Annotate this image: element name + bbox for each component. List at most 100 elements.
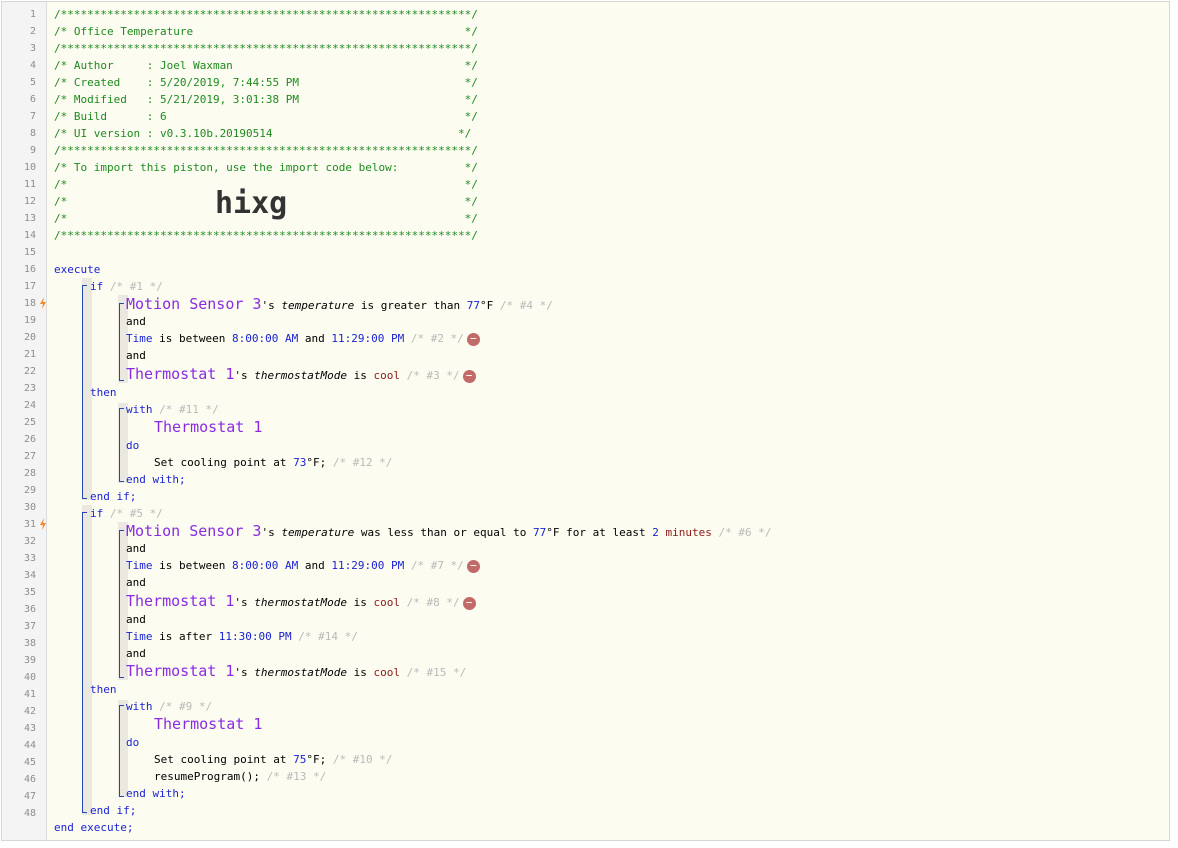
time-label: Time xyxy=(126,559,153,572)
operator: is xyxy=(346,369,374,382)
header-import-text: /* To import this piston, use the import… xyxy=(54,161,478,174)
value: 2 xyxy=(652,526,659,539)
condition-14[interactable]: Time is after 11:30:00 PM /* #14 */ xyxy=(126,628,358,645)
line-number: 7 xyxy=(29,111,36,122)
logical-and: and xyxy=(126,613,146,626)
keyword-end-execute: end execute; xyxy=(54,821,134,834)
header-created: /* Created : 5/20/2019, 7:44:55 PM */ xyxy=(54,76,478,89)
line-number: 19 xyxy=(23,315,36,326)
line-number: 28 xyxy=(23,468,36,479)
line-number: 31 xyxy=(23,519,36,530)
line-number: 29 xyxy=(23,485,36,496)
remove-icon[interactable]: − xyxy=(462,596,476,610)
line-number: 5 xyxy=(29,77,36,88)
time-label: Time xyxy=(126,332,153,345)
task-10[interactable]: Set cooling point at 75°F; /* #10 */ xyxy=(154,751,392,768)
statement-id: /* #10 */ xyxy=(326,753,393,766)
keyword-with: with xyxy=(126,700,153,713)
condition-4[interactable]: Motion Sensor 3's temperature is greater… xyxy=(126,296,553,313)
value: 77 xyxy=(466,299,481,312)
value: cool xyxy=(373,596,400,609)
task-text: Set cooling point at xyxy=(154,456,294,469)
task-text: resumeProgram(); xyxy=(154,770,260,783)
task-13[interactable]: resumeProgram(); /* #13 */ xyxy=(154,768,326,785)
statement-id: /* #15 */ xyxy=(399,666,467,679)
keyword-end-if: end if; xyxy=(90,490,137,503)
statement-id: /* #12 */ xyxy=(326,456,393,469)
attribute: temperature xyxy=(281,299,355,312)
device-thermostat[interactable]: Thermostat 1 xyxy=(154,419,262,436)
line-number: 35 xyxy=(23,587,36,598)
keyword-do: do xyxy=(126,736,140,749)
header-build: /* Build : 6 */ xyxy=(54,110,478,123)
unit: °F xyxy=(546,526,560,539)
condition-7[interactable]: Time is between 8:00:00 AM and 11:29:00 … xyxy=(126,557,480,574)
device-name: Motion Sensor 3 xyxy=(126,295,262,313)
condition-8[interactable]: Thermostat 1's thermostatMode is cool /*… xyxy=(126,593,476,610)
with-bracket xyxy=(119,705,124,797)
line-number: 42 xyxy=(23,706,36,717)
text: 's xyxy=(261,526,282,539)
condition-2[interactable]: Time is between 8:00:00 AM and 11:29:00 … xyxy=(126,330,480,347)
header-border: /***************************************… xyxy=(54,42,478,55)
value: 11:29:00 PM xyxy=(331,559,405,572)
line-number: 39 xyxy=(23,655,36,666)
keyword-with: with xyxy=(126,403,153,416)
statement-id: /* #9 */ xyxy=(152,700,213,713)
remove-icon[interactable]: − xyxy=(466,332,480,346)
value: 75 xyxy=(293,753,307,766)
code-area: /***************************************… xyxy=(52,2,1169,840)
line-number: 6 xyxy=(29,94,36,105)
keyword-end-with: end with; xyxy=(126,787,186,800)
operator: is xyxy=(346,666,374,679)
value: 11:29:00 PM xyxy=(331,332,405,345)
keyword-then: then xyxy=(90,683,117,696)
statement-id: /* #1 */ xyxy=(103,280,163,293)
device-name: Thermostat 1 xyxy=(126,365,235,383)
value: 77 xyxy=(533,526,547,539)
condition-3[interactable]: Thermostat 1's thermostatMode is cool /*… xyxy=(126,366,476,383)
if-statement-1[interactable]: if /* #1 */ xyxy=(90,278,163,295)
device-name: Motion Sensor 3 xyxy=(126,522,262,540)
text: and xyxy=(298,332,332,345)
logical-and: and xyxy=(126,349,146,362)
statement-id: /* #4 */ xyxy=(493,299,553,312)
line-number: 16 xyxy=(23,264,36,275)
if-statement-5[interactable]: if /* #5 */ xyxy=(90,505,163,522)
operator: is between xyxy=(152,332,232,345)
line-number: 26 xyxy=(23,434,36,445)
device-thermostat[interactable]: Thermostat 1 xyxy=(154,716,262,733)
condition-6[interactable]: Motion Sensor 3's temperature was less t… xyxy=(126,523,771,540)
attribute: thermostatMode xyxy=(254,596,347,609)
keyword-then: then xyxy=(90,386,117,399)
operator: is after xyxy=(152,630,219,643)
statement-id: /* #3 */ xyxy=(399,369,460,382)
line-number: 18 xyxy=(23,298,36,309)
line-number: 44 xyxy=(23,740,36,751)
unit: minutes xyxy=(665,526,712,539)
text: and xyxy=(298,559,332,572)
with-statement-9[interactable]: with /* #9 */ xyxy=(126,698,212,715)
device-name: Thermostat 1 xyxy=(154,418,263,436)
text: 's xyxy=(234,369,255,382)
with-statement-11[interactable]: with /* #11 */ xyxy=(126,401,219,418)
line-number: 38 xyxy=(23,638,36,649)
line-number: 4 xyxy=(29,60,36,71)
trigger-bolt-icon xyxy=(40,518,46,530)
line-number: 37 xyxy=(23,621,36,632)
task-12[interactable]: Set cooling point at 73°F; /* #12 */ xyxy=(154,454,392,471)
remove-icon[interactable]: − xyxy=(462,369,476,383)
value: 8:00:00 AM xyxy=(231,332,299,345)
keyword-execute[interactable]: execute xyxy=(54,261,100,278)
keyword-do: do xyxy=(126,439,140,452)
unit: °F xyxy=(306,456,320,469)
logical-and: and xyxy=(126,315,146,328)
condition-15[interactable]: Thermostat 1's thermostatMode is cool /*… xyxy=(126,663,466,680)
logical-and: and xyxy=(126,647,146,660)
line-number: 36 xyxy=(23,604,36,615)
line-number: 32 xyxy=(23,536,36,547)
logical-and: and xyxy=(126,542,146,555)
line-number: 8 xyxy=(29,128,36,139)
remove-icon[interactable]: − xyxy=(466,559,480,573)
import-code[interactable]: hixg xyxy=(215,186,287,221)
